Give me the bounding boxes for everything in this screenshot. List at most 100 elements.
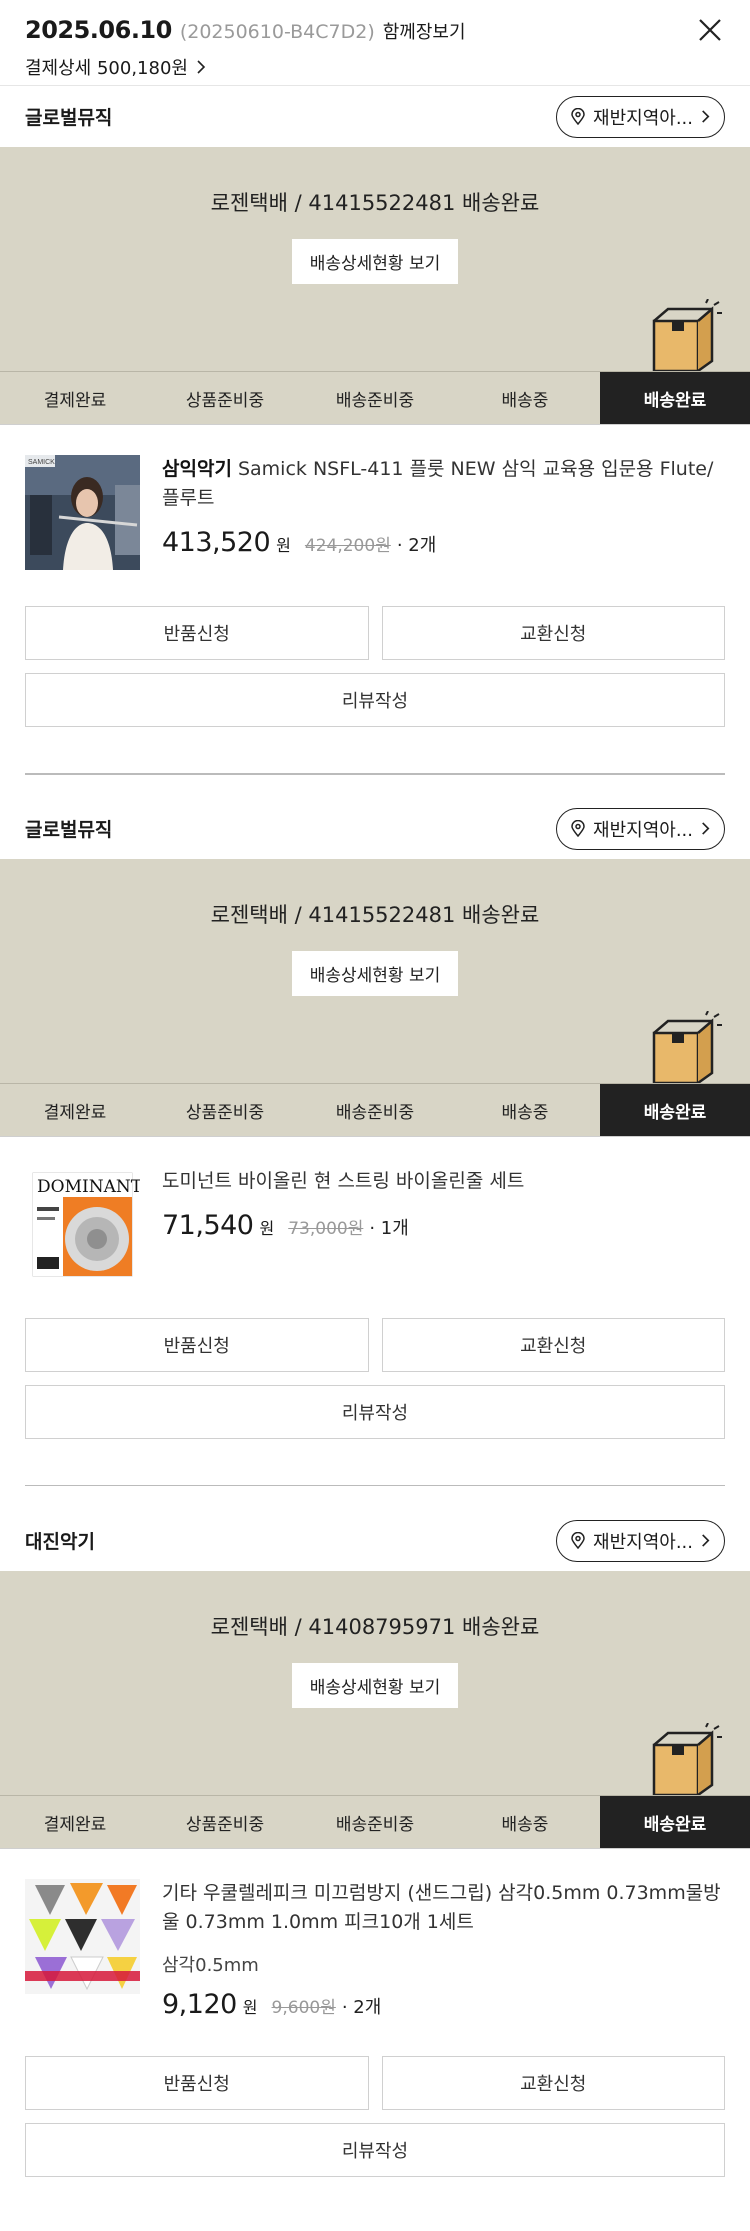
seller-row: 대진악기 재반지역아... (0, 1510, 750, 1571)
product-title: Samick NSFL-411 플룻 NEW 삼익 교육용 입문용 Flute/… (162, 458, 714, 509)
review-button[interactable]: 리뷰작성 (25, 673, 725, 727)
delivery-track-button[interactable]: 배송상세현황 보기 (291, 951, 459, 996)
exchange-button[interactable]: 교환신청 (381, 1318, 725, 1372)
review-button[interactable]: 리뷰작성 (25, 1385, 725, 1439)
seller-name: 글로벌뮤직 (25, 819, 113, 841)
close-icon[interactable] (696, 16, 724, 44)
order-actions: 반품신청 교환신청 리뷰작성 (0, 1318, 750, 1439)
seller-row: 글로벌뮤직 재반지역아... (0, 86, 750, 147)
location-pin-icon (571, 107, 585, 125)
order-actions: 반품신청 교환신청 리뷰작성 (0, 606, 750, 727)
price-row: 9,120 원 9,600원 · 2개 (162, 1989, 725, 2020)
product-quantity: · 2개 (396, 535, 437, 556)
chevron-right-icon (197, 60, 206, 74)
region-button[interactable]: 재반지역아... (556, 1519, 725, 1562)
product-name[interactable]: 삼익악기 Samick NSFL-411 플룻 NEW 삼익 교육용 입문용 F… (162, 455, 725, 513)
product-item[interactable]: 기타 우쿨렐레피크 미끄럼방지 (샌드그립) 삼각0.5mm 0.73mm물방울… (0, 1849, 750, 2020)
dominant-logo-text: DOMINANT (37, 1177, 140, 1197)
step-preparing-shipping: 배송준비중 (335, 1814, 415, 1835)
currency-unit: 원 (242, 1998, 258, 2017)
package-box-icon (652, 299, 722, 371)
price-row: 413,520 원 424,200원 · 2개 (162, 527, 725, 558)
order-header: 2025.06.10 (20250610-B4C7D2) 함께장보기 결제상세 … (0, 0, 750, 86)
step-preparing-shipping: 배송준비중 (335, 390, 415, 411)
order-section-2: 글로벌뮤직 재반지역아... 로젠택배 / 41415522481 배송완료 배… (0, 798, 750, 1486)
payment-detail-label: 결제상세 500,180원 (25, 58, 188, 79)
order-number: (20250610-B4C7D2) (179, 21, 375, 43)
product-info: 삼익악기 Samick NSFL-411 플룻 NEW 삼익 교육용 입문용 F… (162, 455, 725, 570)
step-paid: 결제완료 (43, 1102, 107, 1123)
original-price: 9,600원 (271, 1998, 336, 2018)
price-row: 71,540 원 73,000원 · 1개 (162, 1210, 725, 1241)
step-paid: 결제완료 (43, 1814, 107, 1835)
delivery-track-button[interactable]: 배송상세현황 보기 (291, 1663, 459, 1708)
original-price: 73,000원 (288, 1219, 364, 1239)
region-label: 재반지역아... (593, 1531, 693, 1553)
location-pin-icon (571, 819, 585, 837)
product-thumbnail[interactable]: SAMICK (25, 455, 140, 570)
review-button[interactable]: 리뷰작성 (25, 2123, 725, 2177)
order-section-1: 글로벌뮤직 재반지역아... 로젠택배 / 41415522481 배송완료 배… (0, 86, 750, 775)
seller-row: 글로벌뮤직 재반지역아... (0, 798, 750, 859)
samick-logo-text: SAMICK (28, 459, 55, 466)
seller-name: 글로벌뮤직 (25, 107, 113, 129)
step-delivered: 배송완료 (600, 372, 750, 424)
step-preparing-product: 상품준비중 (185, 1814, 265, 1835)
product-name[interactable]: 기타 우쿨렐레피크 미끄럼방지 (샌드그립) 삼각0.5mm 0.73mm물방울… (162, 1879, 725, 1937)
section-divider (25, 1485, 725, 1486)
delivery-steps: 결제완료 상품준비중 배송준비중 배송중 배송완료 (0, 371, 750, 425)
step-delivered: 배송완료 (600, 1084, 750, 1136)
region-button[interactable]: 재반지역아... (556, 807, 725, 850)
action-row: 반품신청 교환신청 (25, 1318, 725, 1372)
product-item[interactable]: SAMICK 삼익악기 Samick NSFL-411 플룻 NEW 삼익 교육… (0, 425, 750, 570)
step-shipping: 배송중 (501, 1814, 549, 1835)
together-link[interactable]: 함께장보기 (383, 18, 466, 44)
region-label: 재반지역아... (593, 819, 693, 841)
violin-strings-box-image: DOMINANT (25, 1167, 140, 1282)
order-section-3: 대진악기 재반지역아... 로젠택배 / 41408795971 배송완료 배송… (0, 1510, 750, 2177)
return-button[interactable]: 반품신청 (25, 2056, 369, 2110)
product-info: 기타 우쿨렐레피크 미끄럼방지 (샌드그립) 삼각0.5mm 0.73mm물방울… (162, 1879, 725, 2020)
product-price: 71,540 (162, 1210, 254, 1241)
delivery-status-text: 로젠택배 / 41415522481 배송완료 (210, 903, 540, 927)
delivery-steps: 결제완료 상품준비중 배송준비중 배송중 배송완료 (0, 1795, 750, 1849)
step-preparing-product: 상품준비중 (185, 390, 265, 411)
product-brand: 삼익악기 (162, 458, 232, 480)
seller-name: 대진악기 (25, 1531, 95, 1553)
return-button[interactable]: 반품신청 (25, 1318, 369, 1372)
original-price: 424,200원 (304, 536, 391, 556)
product-thumbnail[interactable]: DOMINANT (25, 1167, 140, 1282)
chevron-right-icon (702, 822, 710, 835)
flute-photo-image: SAMICK (25, 455, 140, 570)
region-label: 재반지역아... (593, 107, 693, 129)
payment-detail-link[interactable]: 결제상세 500,180원 (25, 54, 725, 80)
order-title-row: 2025.06.10 (20250610-B4C7D2) 함께장보기 (25, 16, 725, 44)
product-price: 413,520 (162, 527, 271, 558)
return-button[interactable]: 반품신청 (25, 606, 369, 660)
guitar-picks-image (25, 1879, 140, 1994)
delivery-banner: 로젠택배 / 41408795971 배송완료 배송상세현황 보기 (0, 1571, 750, 1795)
step-preparing-shipping: 배송준비중 (335, 1102, 415, 1123)
region-button[interactable]: 재반지역아... (556, 95, 725, 138)
delivery-track-button[interactable]: 배송상세현황 보기 (291, 239, 459, 284)
product-name[interactable]: 도미넌트 바이올린 현 스트링 바이올린줄 세트 (162, 1167, 725, 1196)
product-title: 기타 우쿨렐레피크 미끄럼방지 (샌드그립) 삼각0.5mm 0.73mm물방울… (162, 1882, 721, 1933)
delivery-status-text: 로젠택배 / 41408795971 배송완료 (210, 1615, 540, 1639)
delivery-banner: 로젠택배 / 41415522481 배송완료 배송상세현황 보기 (0, 859, 750, 1083)
package-box-icon (652, 1723, 722, 1795)
package-box-icon (652, 1011, 722, 1083)
product-thumbnail[interactable] (25, 1879, 140, 1994)
product-info: 도미넌트 바이올린 현 스트링 바이올린줄 세트 71,540 원 73,000… (162, 1167, 725, 1282)
order-date: 2025.06.10 (25, 16, 172, 44)
chevron-right-icon (702, 1534, 710, 1547)
product-option: 삼각0.5mm (162, 1955, 259, 1976)
currency-unit: 원 (259, 1219, 275, 1238)
step-paid: 결제완료 (43, 390, 107, 411)
exchange-button[interactable]: 교환신청 (381, 2056, 725, 2110)
action-row: 반품신청 교환신청 (25, 2056, 725, 2110)
product-item[interactable]: DOMINANT 도미넌트 바이올린 현 스트링 바이올린줄 세트 71,540… (0, 1137, 750, 1282)
step-delivered: 배송완료 (600, 1796, 750, 1848)
order-actions: 반품신청 교환신청 리뷰작성 (0, 2056, 750, 2177)
delivery-steps: 결제완료 상품준비중 배송준비중 배송중 배송완료 (0, 1083, 750, 1137)
exchange-button[interactable]: 교환신청 (381, 606, 725, 660)
